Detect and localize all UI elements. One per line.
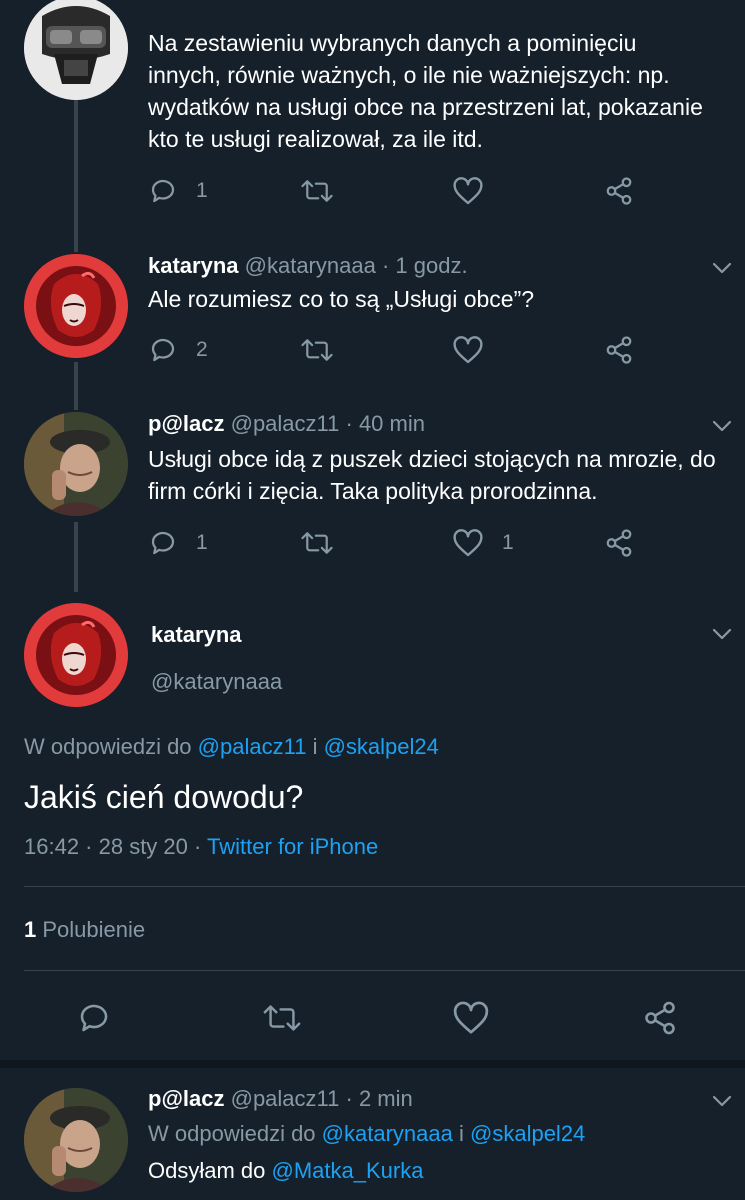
reply-context: W odpowiedzi do @palacz11 i @skalpel24 <box>24 732 439 762</box>
reply-button[interactable] <box>76 1000 112 1036</box>
heart-icon <box>453 1001 489 1034</box>
user-name[interactable]: p@lacz <box>148 1086 224 1111</box>
retweet-icon <box>301 180 333 202</box>
share-icon <box>606 177 632 205</box>
share-button[interactable] <box>604 335 634 365</box>
tweet-text: Na zestawieniu wybranych danych a pomini… <box>148 30 703 152</box>
kataryna-avatar-icon <box>24 254 128 358</box>
like-button[interactable]: 1 <box>452 528 514 558</box>
likes-label: Polubienie <box>42 917 146 942</box>
like-count: 1 <box>502 531 514 554</box>
reply-icon <box>80 1004 108 1032</box>
reply-button[interactable]: 1 <box>148 176 208 206</box>
avatar[interactable] <box>24 1088 128 1192</box>
retweet-button[interactable] <box>300 176 334 206</box>
mention-link[interactable]: @palacz11 <box>198 734 307 759</box>
user-name[interactable]: kataryna <box>148 253 239 278</box>
reply-context: W odpowiedzi do @katarynaaa i @skalpel24 <box>148 1120 585 1148</box>
reply-and: i <box>458 1121 464 1146</box>
mention-link[interactable]: @skalpel24 <box>470 1121 585 1146</box>
share-icon <box>606 529 632 557</box>
chevron-down-icon[interactable] <box>710 622 734 646</box>
helmet-avatar-icon <box>24 0 128 100</box>
user-handle[interactable]: @palacz11 <box>231 411 340 436</box>
palacz-avatar-icon <box>24 412 128 516</box>
avatar[interactable] <box>24 412 128 516</box>
tweet-header: p@lacz @palacz11 · 2 min <box>148 1085 413 1113</box>
divider <box>24 970 745 971</box>
likes-summary[interactable]: 1 Polubienie <box>24 915 145 945</box>
thread-line <box>74 100 78 252</box>
retweet-icon <box>263 1005 301 1031</box>
tweet-text: Ale rozumiesz co to są „Usługi obce”? <box>148 286 535 312</box>
avatar[interactable] <box>24 603 128 707</box>
mention-link[interactable]: @Matka_Kurka <box>272 1158 424 1183</box>
retweet-button[interactable] <box>300 335 334 365</box>
heart-icon <box>453 529 483 557</box>
share-icon <box>645 1001 675 1035</box>
thread-line <box>74 362 78 410</box>
tweet-time[interactable]: · 40 min <box>346 411 425 436</box>
retweet-icon <box>301 339 333 361</box>
share-button[interactable] <box>604 176 634 206</box>
reply-count: 2 <box>196 338 208 361</box>
mention-link[interactable]: @katarynaaa <box>322 1121 453 1146</box>
share-icon <box>606 336 632 364</box>
reply-icon <box>151 338 175 362</box>
reply-and: i <box>312 734 318 759</box>
main-user-name[interactable]: kataryna <box>151 621 242 649</box>
chevron-down-icon[interactable] <box>710 256 734 280</box>
mention-link[interactable]: @skalpel24 <box>324 734 439 759</box>
reply-prefix: W odpowiedzi do <box>24 734 192 759</box>
likes-count: 1 <box>24 917 37 942</box>
tweet-header: kataryna @katarynaaa · 1 godz. <box>148 252 468 280</box>
main-tweet-text: Jakiś cień dowodu? <box>24 779 304 815</box>
main-user-handle[interactable]: @katarynaaa <box>151 668 282 696</box>
user-handle[interactable]: @palacz11 <box>231 1086 340 1111</box>
tweet-text: Odsyłam do @Matka_Kurka <box>148 1157 423 1185</box>
reply-prefix: W odpowiedzi do <box>148 1121 316 1146</box>
retweet-button[interactable] <box>300 528 334 558</box>
retweet-icon <box>301 532 333 554</box>
reply-count: 1 <box>196 179 208 202</box>
chevron-down-icon[interactable] <box>710 1089 734 1113</box>
tweet-text: Usługi obce idą z puszek dzieci stojącyc… <box>148 446 716 504</box>
user-handle[interactable]: @katarynaaa <box>245 253 376 278</box>
avatar[interactable] <box>24 0 128 100</box>
section-divider <box>0 1060 745 1068</box>
reply-icon <box>151 179 175 203</box>
tweet-header: p@lacz @palacz11 · 40 min <box>148 410 425 438</box>
thread-line <box>74 522 78 592</box>
avatar[interactable] <box>24 254 128 358</box>
divider <box>24 886 745 887</box>
tweet-meta: 16:42 · 28 sty 20 · Twitter for iPhone <box>24 832 378 862</box>
kataryna-avatar-icon <box>24 603 128 707</box>
heart-icon <box>453 336 483 364</box>
tweet-time[interactable]: · 1 godz. <box>382 253 468 278</box>
like-button[interactable] <box>452 1000 490 1036</box>
tweet-text-prefix: Odsyłam do <box>148 1158 266 1183</box>
like-button[interactable] <box>452 176 484 206</box>
share-button[interactable] <box>604 528 634 558</box>
palacz-avatar-icon <box>24 1088 128 1192</box>
user-name[interactable]: p@lacz <box>148 411 224 436</box>
share-button[interactable] <box>642 1000 678 1036</box>
retweet-button[interactable] <box>262 1000 302 1036</box>
reply-button[interactable]: 2 <box>148 335 208 365</box>
tweet-source[interactable]: Twitter for iPhone <box>207 834 378 859</box>
heart-icon <box>453 177 483 205</box>
tweet-time[interactable]: · 2 min <box>346 1086 413 1111</box>
chevron-down-icon[interactable] <box>710 414 734 438</box>
reply-button[interactable]: 1 <box>148 528 208 558</box>
like-button[interactable] <box>452 335 484 365</box>
reply-icon <box>151 531 175 555</box>
reply-count: 1 <box>196 531 208 554</box>
tweet-datetime: 16:42 · 28 sty 20 · <box>24 834 202 859</box>
